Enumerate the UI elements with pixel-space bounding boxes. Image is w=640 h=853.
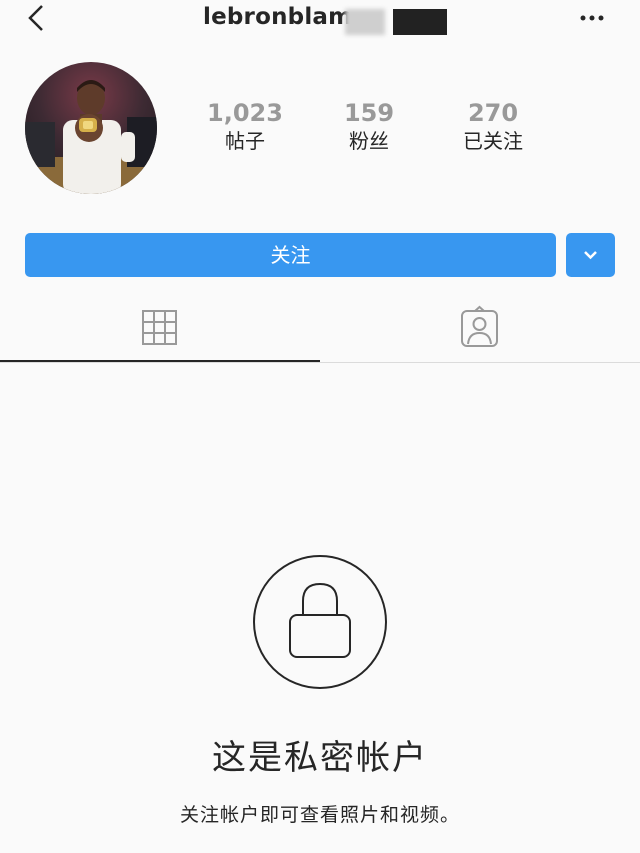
stat-value: 159: [343, 99, 395, 127]
stat-posts[interactable]: 1,023 帖子: [190, 98, 300, 154]
chevron-left-icon[interactable]: [22, 2, 52, 36]
suggestions-dropdown-button[interactable]: [566, 233, 615, 277]
profile-stats: 1,023 帖子 159 粉丝 270 已关注: [190, 98, 550, 158]
redaction-blur: [345, 9, 385, 35]
username-title: lebronblam: [203, 4, 353, 30]
top-bar: lebronblam: [0, 0, 640, 44]
stat-followers[interactable]: 159 粉丝: [314, 98, 424, 154]
chevron-down-icon: [584, 251, 597, 260]
grid-icon: [142, 310, 177, 345]
avatar[interactable]: [25, 62, 157, 194]
follow-button[interactable]: 关注: [25, 233, 556, 277]
stat-following[interactable]: 270 已关注: [438, 98, 548, 154]
stat-label: 帖子: [225, 129, 265, 153]
tab-tagged[interactable]: [320, 300, 640, 360]
profile-tabs: [0, 300, 640, 363]
tagged-icon: [461, 305, 498, 347]
lock-icon: [253, 555, 387, 689]
stat-value: 270: [467, 99, 519, 127]
stat-value: 1,023: [207, 99, 283, 127]
more-horizontal-icon[interactable]: [578, 10, 606, 26]
stat-label: 粉丝: [349, 129, 389, 153]
tab-grid[interactable]: [0, 300, 320, 362]
redaction-block: [393, 9, 447, 35]
private-account-subtitle: 关注帐户即可查看照片和视频。: [179, 804, 460, 826]
stat-label: 已关注: [463, 129, 523, 153]
private-account-title: 这是私密帐户: [212, 738, 428, 778]
